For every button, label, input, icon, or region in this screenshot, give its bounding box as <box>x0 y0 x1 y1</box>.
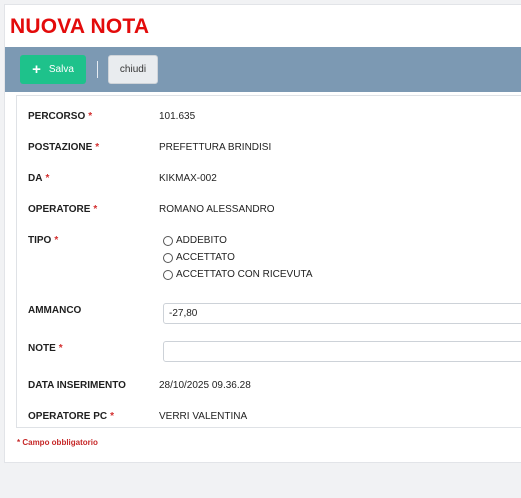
radio-button[interactable] <box>163 235 173 246</box>
ammanco-label: AMMANCO <box>28 305 82 316</box>
required-marker: * <box>58 343 63 354</box>
radio-button[interactable] <box>163 269 173 280</box>
close-button-label: chiudi <box>119 64 147 75</box>
da-value: KIKMAX-002 <box>159 173 217 184</box>
save-button-label: Salva <box>48 64 74 75</box>
required-marker: * <box>93 204 98 215</box>
postazione-label: POSTAZIONE * <box>28 142 100 153</box>
tipo-option-label: ACCETTATO <box>176 252 235 263</box>
page-title: NUOVA NOTA <box>10 15 150 38</box>
ammanco-input[interactable]: -27,80 <box>163 303 521 324</box>
postazione-value: PREFETTURA BRINDISI <box>159 142 272 153</box>
required-marker: * <box>110 411 114 422</box>
data-inserimento-label: DATA INSERIMENTO <box>28 380 126 391</box>
operatore-pc-label: OPERATORE PC * <box>28 411 114 422</box>
required-marker: * <box>45 173 50 184</box>
tipo-option-accettato[interactable]: ACCETTATO <box>163 252 235 263</box>
save-button[interactable]: + Salva <box>20 55 86 84</box>
operatore-pc-value: VERRI VALENTINA <box>159 411 248 422</box>
toolbar: + Salva chiudi <box>5 47 521 92</box>
plus-icon: + <box>32 61 41 78</box>
percorso-value: 101.635 <box>159 111 196 122</box>
data-inserimento-value: 28/10/2025 09.36.28 <box>159 380 251 391</box>
tipo-option-label: ADDEBITO <box>176 235 227 246</box>
radio-button[interactable] <box>163 252 173 263</box>
note-input[interactable] <box>163 341 521 362</box>
tipo-option-label: ACCETTATO CON RICEVUTA <box>176 269 313 280</box>
tipo-option-addebito[interactable]: ADDEBITO <box>163 235 227 246</box>
da-label: DA * <box>28 173 50 184</box>
operatore-label: OPERATORE * <box>28 204 98 215</box>
close-button[interactable]: chiudi <box>108 55 158 84</box>
required-footnote: * Campo obbligatorio <box>17 438 98 447</box>
tipo-label: TIPO * <box>28 235 59 246</box>
toolbar-separator <box>97 61 98 78</box>
note-form: PERCORSO * 101.635 POSTAZIONE * PREFETTURA… <box>16 95 521 428</box>
tipo-option-accettato-con-ricevuta[interactable]: ACCETTATO CON RICEVUTA <box>163 269 313 280</box>
operatore-value: ROMANO ALESSANDRO <box>159 204 275 215</box>
required-marker: * <box>88 111 93 122</box>
required-marker: * <box>54 235 59 246</box>
percorso-label: PERCORSO * <box>28 111 93 122</box>
note-label: NOTE * <box>28 343 63 354</box>
required-marker: * <box>95 142 100 153</box>
